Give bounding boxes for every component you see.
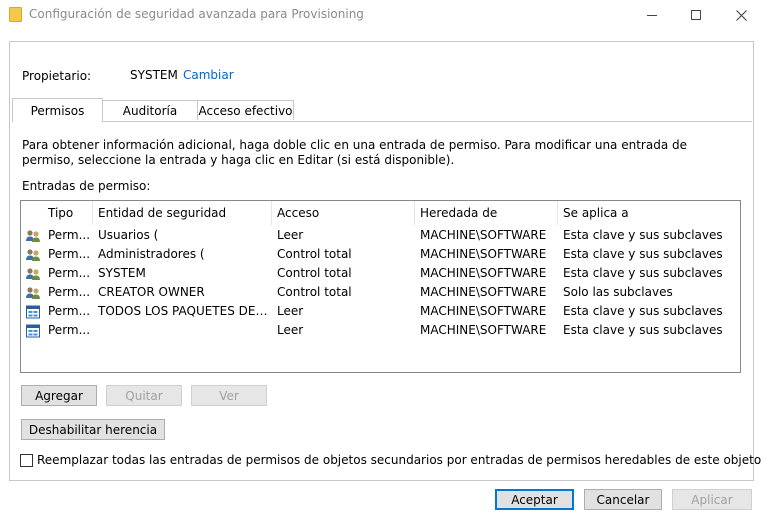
- row-entidad: SYSTEM: [98, 266, 146, 280]
- row-tipo: Perm...: [48, 285, 91, 299]
- user-group-icon: [25, 264, 43, 283]
- row-tipo: Perm...: [48, 304, 91, 318]
- table-row[interactable]: Perm... Leer MACHINE\SOFTWARE Esta clave…: [21, 321, 740, 340]
- tab-permisos[interactable]: Permisos: [12, 98, 103, 122]
- replace-permissions-option[interactable]: Reemplazar todas las entradas de permiso…: [20, 453, 761, 467]
- row-acceso: Leer: [277, 228, 304, 242]
- row-entidad: CREATOR OWNER: [98, 285, 205, 299]
- row-aplica: Esta clave y sus subclaves: [563, 247, 723, 261]
- app-package-icon: [25, 302, 43, 321]
- row-aplica: Esta clave y sus subclaves: [563, 304, 723, 318]
- row-aplica: Solo las subclaves: [563, 285, 673, 299]
- tab-acceso-efectivo[interactable]: Acceso efectivo: [197, 100, 294, 120]
- window-title: Configuración de seguridad avanzada para…: [29, 7, 364, 21]
- replace-permissions-label: Reemplazar todas las entradas de permiso…: [37, 453, 762, 467]
- row-heredada: MACHINE\SOFTWARE: [420, 247, 547, 261]
- column-header-acceso[interactable]: Acceso: [272, 201, 415, 225]
- tab-panel-border: [12, 121, 752, 122]
- entries-label: Entradas de permiso:: [22, 179, 151, 193]
- row-acceso: Control total: [277, 266, 352, 280]
- replace-permissions-checkbox[interactable]: [20, 453, 33, 467]
- column-header-heredada[interactable]: Heredada de: [415, 201, 558, 225]
- close-button[interactable]: [719, 0, 763, 30]
- row-tipo: Perm...: [48, 323, 91, 337]
- table-row[interactable]: Perm... SYSTEM Control total MACHINE\SOF…: [21, 264, 740, 283]
- change-owner-link[interactable]: Cambiar: [183, 68, 234, 82]
- maximize-icon: [691, 10, 701, 20]
- app-package-icon: [25, 321, 43, 340]
- row-acceso: Control total: [277, 247, 352, 261]
- apply-button[interactable]: Aplicar: [672, 489, 752, 510]
- row-heredada: MACHINE\SOFTWARE: [420, 304, 547, 318]
- row-heredada: MACHINE\SOFTWARE: [420, 228, 547, 242]
- row-acceso: Control total: [277, 285, 352, 299]
- info-text: Para obtener información adicional, haga…: [22, 138, 687, 167]
- column-header-tipo[interactable]: Tipo: [43, 201, 93, 225]
- row-tipo: Perm...: [48, 247, 91, 261]
- user-group-icon: [25, 245, 43, 264]
- row-tipo: Perm...: [48, 266, 91, 280]
- disable-inheritance-button[interactable]: Deshabilitar herencia: [21, 419, 165, 440]
- column-header-aplica[interactable]: Se aplica a: [558, 201, 740, 225]
- row-entidad: TODOS LOS PAQUETES DE AP...: [98, 304, 268, 318]
- owner-value: SYSTEM: [130, 68, 178, 82]
- column-header-entidad[interactable]: Entidad de seguridad: [93, 201, 272, 225]
- add-button[interactable]: Agregar: [21, 385, 97, 406]
- cancel-button[interactable]: Cancelar: [584, 489, 662, 510]
- table-row[interactable]: Perm... Usuarios ( Leer MACHINE\SOFTWARE…: [21, 226, 740, 245]
- row-acceso: Leer: [277, 304, 304, 318]
- user-group-icon: [25, 283, 43, 302]
- minimize-icon: [647, 14, 657, 16]
- row-acceso: Leer: [277, 323, 304, 337]
- maximize-button[interactable]: [674, 0, 718, 30]
- table-row[interactable]: Perm... TODOS LOS PAQUETES DE AP... Leer…: [21, 302, 740, 321]
- row-entidad: Usuarios (: [98, 228, 159, 242]
- row-entidad: [98, 321, 268, 340]
- row-heredada: MACHINE\SOFTWARE: [420, 323, 547, 337]
- permission-entries-list[interactable]: Tipo Entidad de seguridad Acceso Heredad…: [20, 200, 741, 373]
- minimize-button[interactable]: [630, 0, 674, 30]
- view-button[interactable]: Ver: [191, 385, 267, 406]
- row-heredada: MACHINE\SOFTWARE: [420, 285, 547, 299]
- row-tipo: Perm...: [48, 228, 91, 242]
- row-entidad: Administradores (: [98, 247, 205, 261]
- tab-auditoria[interactable]: Auditoría: [103, 100, 198, 120]
- close-icon: [735, 9, 747, 21]
- table-row[interactable]: Perm... CREATOR OWNER Control total MACH…: [21, 283, 740, 302]
- remove-button[interactable]: Quitar: [106, 385, 182, 406]
- accept-button[interactable]: Aceptar: [495, 489, 574, 510]
- list-header: Tipo Entidad de seguridad Acceso Heredad…: [21, 201, 740, 225]
- row-aplica: Esta clave y sus subclaves: [563, 228, 723, 242]
- title-bar: Configuración de seguridad avanzada para…: [0, 0, 766, 30]
- folder-icon: [9, 7, 22, 22]
- owner-label: Propietario:: [22, 69, 92, 83]
- row-aplica: Esta clave y sus subclaves: [563, 266, 723, 280]
- user-group-icon: [25, 226, 43, 245]
- row-heredada: MACHINE\SOFTWARE: [420, 266, 547, 280]
- row-aplica: Esta clave y sus subclaves: [563, 323, 723, 337]
- table-row[interactable]: Perm... Administradores ( Control total …: [21, 245, 740, 264]
